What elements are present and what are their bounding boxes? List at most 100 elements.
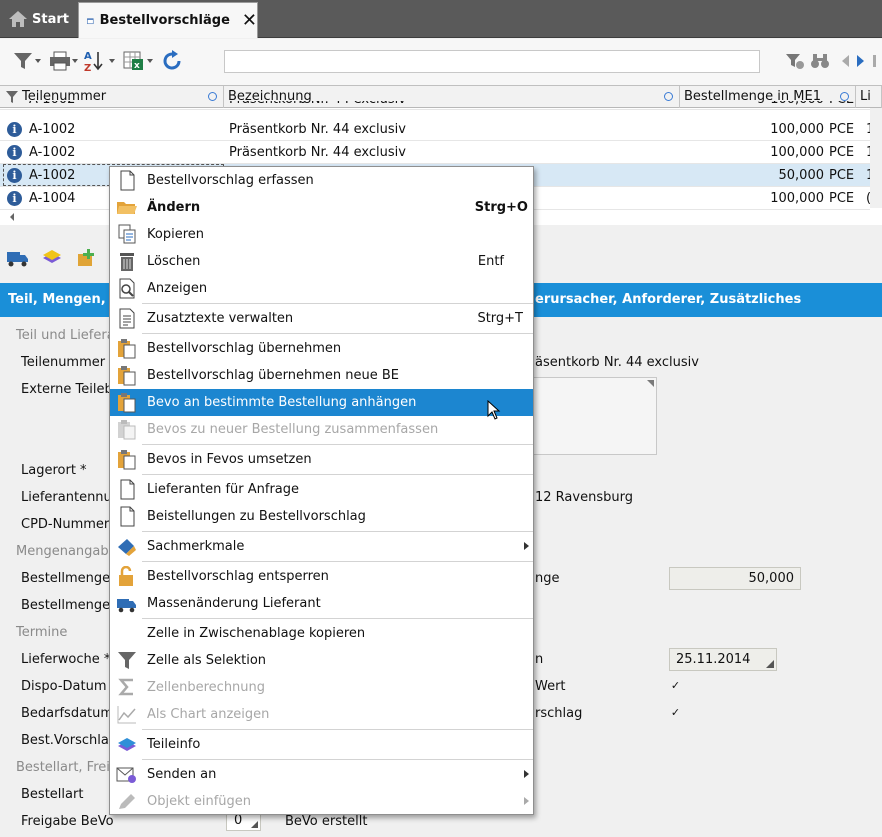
cell-einheit: PCE (829, 168, 855, 183)
menu-item-anzeigen[interactable]: Anzeigen (110, 275, 533, 302)
parts-icon[interactable] (40, 248, 64, 268)
menu-item-label: Zellenberechnung (147, 680, 266, 695)
menu-item-aendern[interactable]: Ändern Strg+O (110, 194, 533, 221)
menu-item-lieferanten-anfrage[interactable]: Lieferanten für Anfrage (110, 476, 533, 503)
sum-icon (118, 678, 133, 696)
parts-info-icon (118, 738, 136, 751)
menu-item-massenaenderung[interactable]: Massenänderung Lieferant (110, 590, 533, 617)
table-row[interactable]: i A-1002 Präsentkorb Nr. 44 exclusiv 100… (0, 118, 874, 141)
checkbox-vorschlag[interactable]: ✓ (669, 707, 682, 720)
menu-item-zelle-selektion[interactable]: Zelle als Selektion (110, 647, 533, 674)
scroll-left-icon[interactable] (8, 212, 16, 222)
dropdown-corner-icon[interactable] (766, 660, 774, 668)
menu-item-bevo-anhaengen[interactable]: Bevo an bestimmte Bestellung anhängen (110, 389, 533, 416)
label-externe-teilebezeichnung: Externe Teileb (21, 382, 113, 397)
menu-item-label: Bestellvorschlag übernehmen neue BE (147, 368, 399, 383)
info-icon[interactable]: i (7, 122, 22, 137)
freigabe-value: 0 (234, 813, 243, 828)
menu-item-zusatztexte[interactable]: Zusatztexte verwalten Strg+T (110, 305, 533, 332)
menu-item-teileinfo[interactable]: Teileinfo (110, 731, 533, 758)
cell-menge: 100,000 (680, 101, 824, 109)
trash-icon (120, 253, 134, 271)
text-document-icon (119, 308, 135, 329)
menu-item-entsperren[interactable]: Bestellvorschlag entsperren (110, 563, 533, 590)
menu-item-uebernehmen[interactable]: Bestellvorschlag übernehmen (110, 335, 533, 362)
column-circle-icon[interactable] (664, 92, 673, 101)
menu-item-senden-an[interactable]: Senden an (110, 761, 533, 788)
menu-item-label: Anzeigen (147, 281, 208, 296)
tab-verursacher[interactable]: erursacher, Anforderer, Zusätzliches (535, 292, 801, 307)
info-icon[interactable]: i (7, 191, 22, 206)
column-circle-icon[interactable] (840, 92, 849, 101)
menu-item-label: Löschen (147, 254, 201, 269)
nav-last-icon[interactable] (872, 49, 882, 73)
menu-item-zelle-kopieren[interactable]: Zelle in Zwischenablage kopieren (110, 620, 533, 647)
table-row[interactable]: i A-1002 Präsentkorb Nr. 44 exclusiv 100… (0, 141, 874, 164)
tab-start[interactable]: Start (0, 0, 75, 38)
svg-text:x: x (134, 61, 140, 71)
clipboard-icon (118, 366, 136, 386)
menu-item-bevos-in-fevos[interactable]: Bevos in Fevos umsetzen (110, 446, 533, 473)
vertical-scrollbar[interactable] (870, 108, 882, 208)
clipboard-icon (118, 450, 136, 470)
close-icon[interactable]: ✕ (242, 11, 257, 30)
context-menu: Bestellvorschlag erfassen Ändern Strg+O … (109, 166, 534, 815)
info-icon[interactable]: i (7, 145, 22, 160)
label-lieferantennummer: Lieferantennu (21, 490, 112, 505)
menu-item-label: Lieferanten für Anfrage (147, 482, 300, 497)
svg-text:A: A (84, 51, 92, 62)
truck-icon (117, 599, 136, 613)
label-dispo-datum: Dispo-Datum (21, 679, 107, 694)
menu-item-beistellungen[interactable]: Beistellungen zu Bestellvorschlag (110, 503, 533, 530)
menu-separator (142, 531, 533, 532)
dropdown-corner-icon[interactable] (251, 821, 258, 828)
menu-item-loeschen[interactable]: Löschen Entf (110, 248, 533, 275)
menu-separator (142, 474, 533, 475)
search-input[interactable] (224, 50, 760, 73)
truck-icon[interactable] (6, 248, 30, 268)
menu-item-sachmerkmale[interactable]: Sachmerkmale (110, 533, 533, 560)
print-dropdown-icon[interactable] (49, 49, 79, 73)
mail-icon (116, 767, 136, 783)
group-teil-lieferant: Teil und Lieferan (16, 328, 123, 343)
add-parts-icon[interactable] (75, 248, 99, 268)
label-bedarfsdatum: Bedarfsdatum (21, 706, 114, 721)
menu-item-label: Bestellvorschlag übernehmen (147, 341, 342, 356)
sort-az-icon[interactable]: AZ (84, 49, 116, 73)
column-circle-icon[interactable] (208, 92, 217, 101)
menu-item-bevos-zusammenfassen[interactable]: Bevos zu neuer Bestellung zusammenfassen (110, 416, 533, 443)
cell-einheit: PCE (829, 145, 855, 160)
table-row-partial[interactable]: A-1002 Präsentkorb Nr. 44 exclusiv 100,0… (0, 101, 870, 110)
menu-separator (142, 333, 533, 334)
menu-item-label: Senden an (147, 767, 217, 782)
menu-item-bestellvorschlag-erfassen[interactable]: Bestellvorschlag erfassen (110, 167, 533, 194)
menu-item-als-chart[interactable]: Als Chart anzeigen (110, 701, 533, 728)
label-termin-right: n (535, 652, 544, 667)
cell-einheit: PCE (829, 191, 855, 206)
menu-item-uebernehmen-neue-be[interactable]: Bestellvorschlag übernehmen neue BE (110, 362, 533, 389)
nav-prev-icon[interactable] (840, 49, 850, 73)
nav-next-icon[interactable] (856, 49, 866, 73)
info-icon[interactable]: i (7, 168, 22, 183)
checkbox-wert[interactable]: ✓ (669, 680, 682, 693)
binoculars-icon[interactable] (810, 49, 830, 73)
menu-item-objekt-einfuegen[interactable]: Objekt einfügen (110, 788, 533, 815)
menu-item-zellenberechnung[interactable]: Zellenberechnung (110, 674, 533, 701)
chart-icon (117, 706, 136, 724)
bestellmenge-field[interactable]: 50,000 (669, 567, 801, 590)
filter-dropdown-icon[interactable] (12, 49, 42, 73)
refresh-icon[interactable] (160, 49, 184, 73)
tab-bestellvorschlaege[interactable]: Bestellvorschläge ✕ (78, 2, 258, 38)
menu-item-kopieren[interactable]: Kopieren (110, 221, 533, 248)
date-field[interactable]: 25.11.2014 (669, 648, 777, 671)
cell-teilenummer: A-1002 (29, 168, 76, 183)
label-freigabe-bevo: Freigabe BeVo (21, 814, 114, 829)
cell-menge: 50,000 (778, 168, 825, 183)
filter-settings-icon[interactable] (785, 49, 805, 73)
excel-export-icon[interactable]: x (122, 49, 154, 73)
label-wert: Wert (535, 679, 566, 694)
cell-teilenummer: A-1002 (29, 101, 75, 109)
menu-item-label: Kopieren (147, 227, 204, 242)
note-textarea[interactable] (520, 377, 657, 455)
menu-item-label: Als Chart anzeigen (147, 707, 270, 722)
